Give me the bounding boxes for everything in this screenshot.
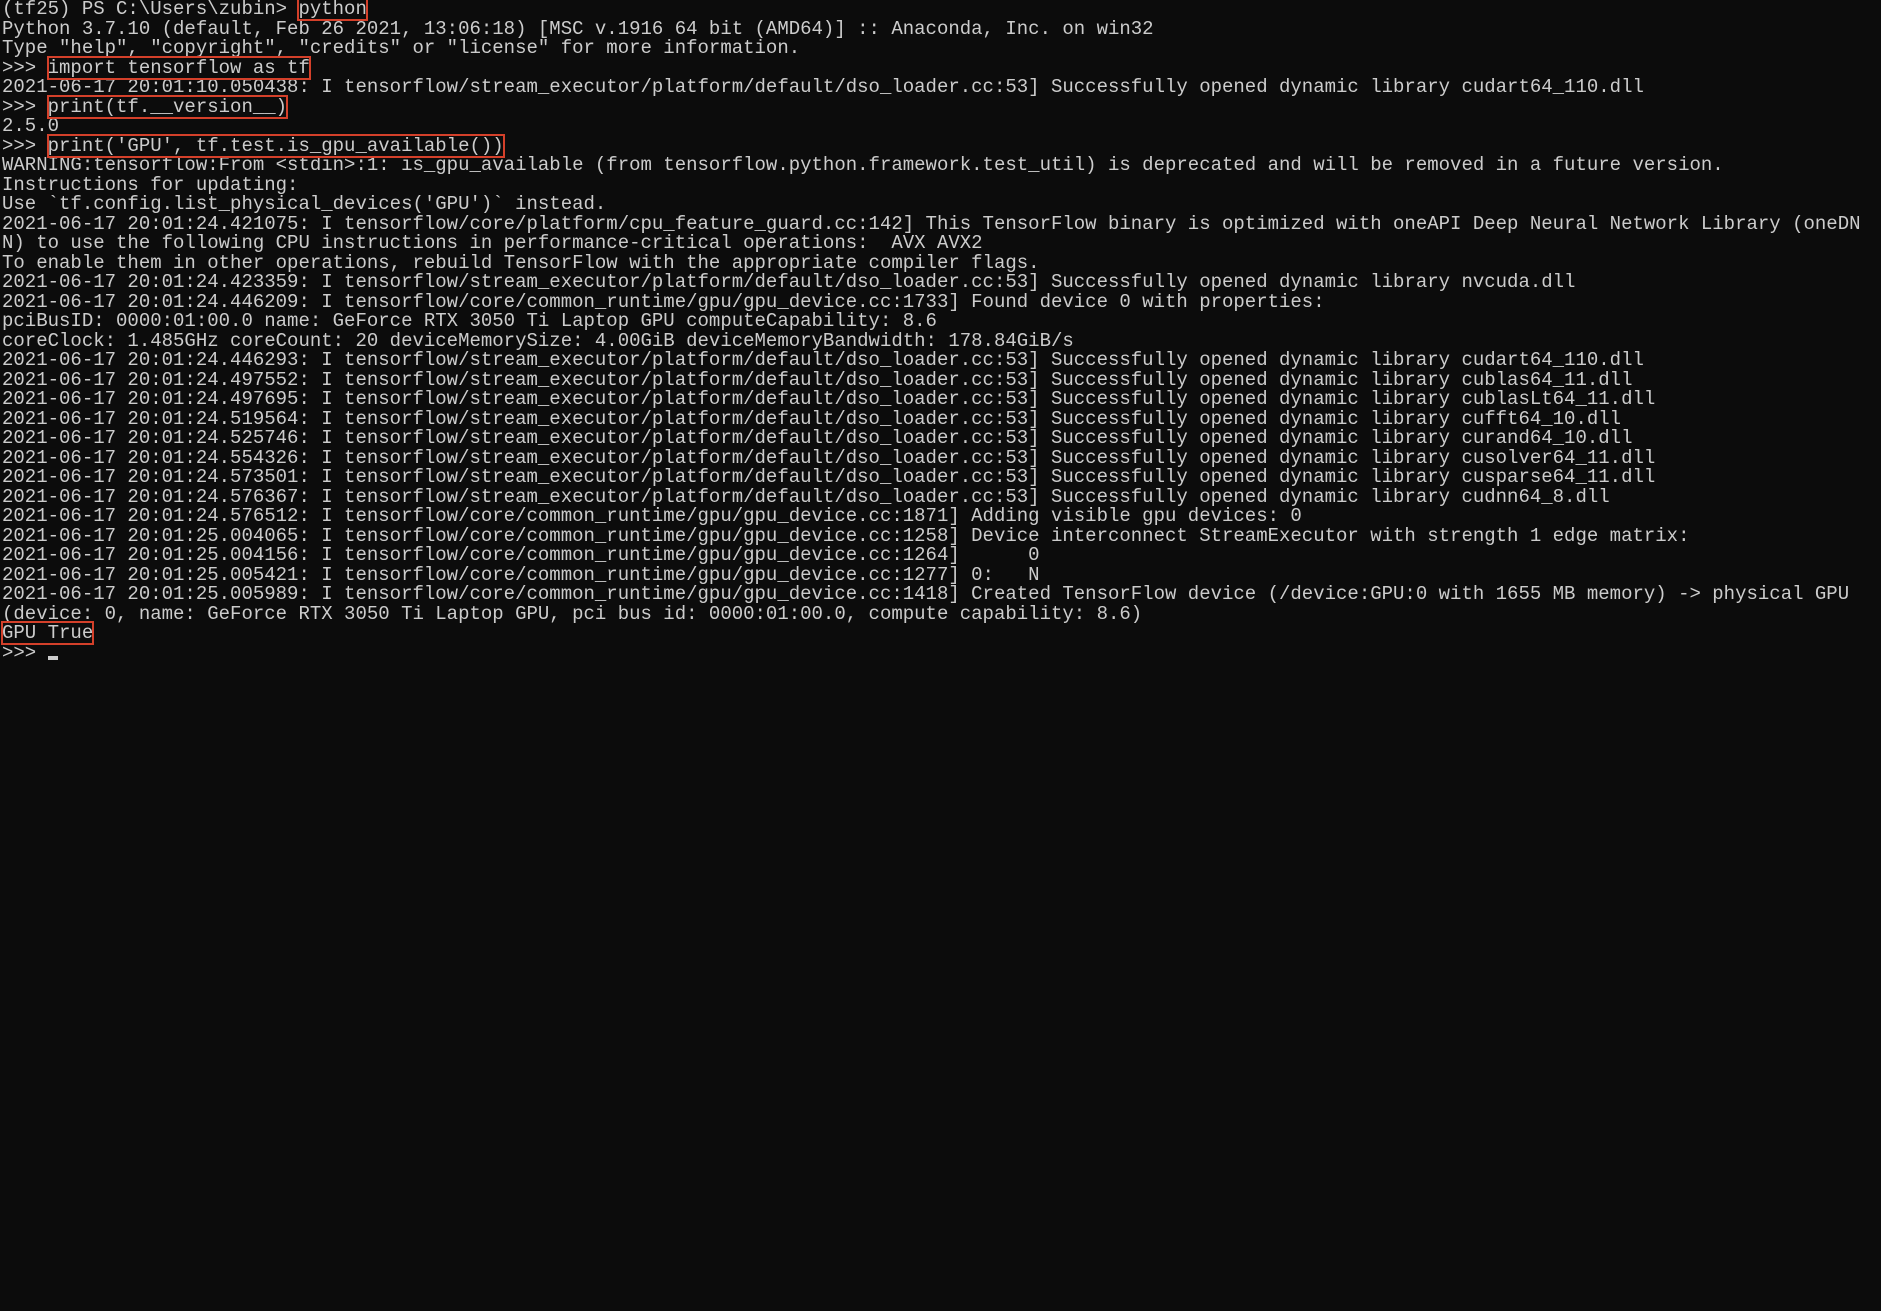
terminal[interactable]: (tf25) PS C:\Users\zubin> python Python … xyxy=(0,0,1881,663)
log-cpu-guard: 2021-06-17 20:01:24.421075: I tensorflow… xyxy=(2,213,1861,255)
cursor xyxy=(48,656,58,660)
repl-prompt: >>> xyxy=(2,642,48,664)
python-banner-2: Type "help", "copyright", "credits" or "… xyxy=(2,37,800,59)
log-dso-cudart-1: 2021-06-17 20:01:10.050438: I tensorflow… xyxy=(2,76,1644,98)
cmd-print-version: print(tf.__version__) xyxy=(48,96,287,118)
log-created-device: 2021-06-17 20:01:25.005989: I tensorflow… xyxy=(2,583,1861,625)
